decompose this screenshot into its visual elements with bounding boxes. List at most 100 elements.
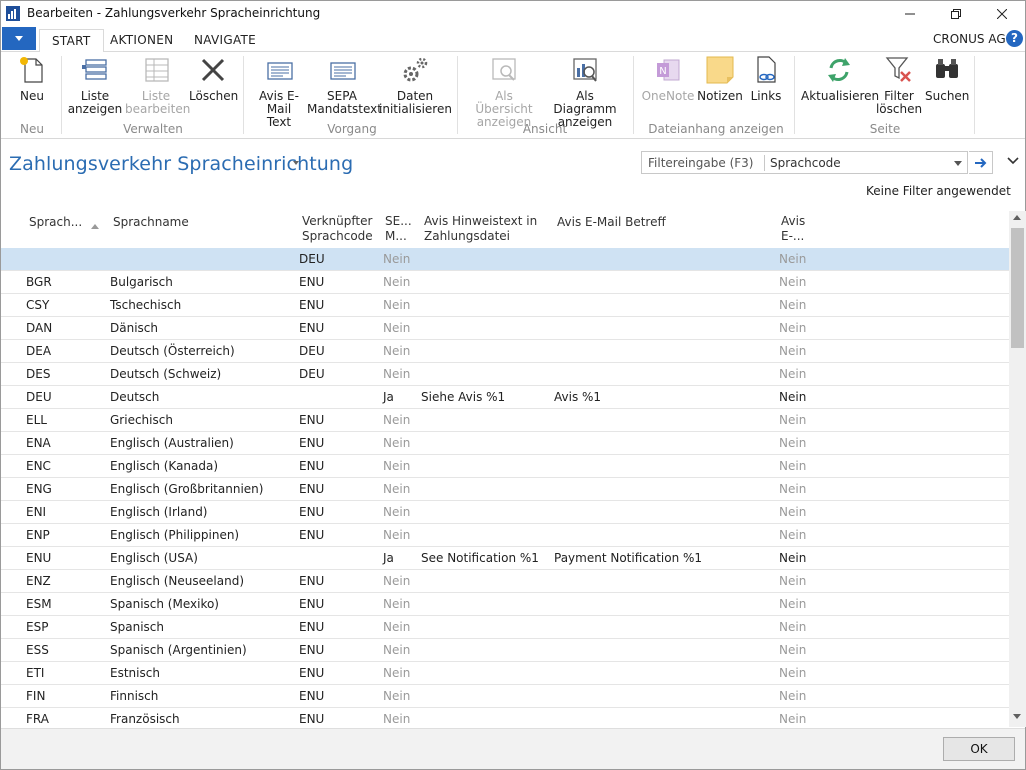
table-row[interactable]: ENP Englisch (Philippinen) ENU Nein Nein: [1, 524, 1009, 547]
cell-sprachcode[interactable]: ENI: [26, 505, 46, 519]
cell-verknuepfter-sprachcode[interactable]: ENU: [299, 643, 324, 657]
cell-sprachcode[interactable]: ENP: [26, 528, 50, 542]
tab-start[interactable]: START: [39, 29, 104, 53]
column-header-verknuepfter-sprachcode[interactable]: Verknüpfter Sprachcode: [302, 214, 373, 244]
cell-verknuepfter-sprachcode[interactable]: ENU: [299, 275, 324, 289]
cell-verknuepfter-sprachcode[interactable]: DEU: [299, 344, 325, 358]
cell-sepa[interactable]: Nein: [383, 620, 410, 634]
cell-sepa[interactable]: Nein: [383, 436, 410, 450]
column-header-avis-email-betreff[interactable]: Avis E-Mail Betreff: [557, 215, 666, 230]
chevron-down-icon[interactable]: [1007, 157, 1019, 165]
ok-button[interactable]: OK: [943, 737, 1015, 761]
clear-filter-button[interactable]: Filter löschen: [875, 54, 923, 116]
column-header-sprachcode[interactable]: Sprach...: [29, 215, 82, 230]
page-title[interactable]: Zahlungsverkehr Spracheinrichtung: [9, 153, 353, 175]
cell-sprachname[interactable]: Bulgarisch: [110, 275, 173, 289]
cell-avis-email-betreff[interactable]: Avis %1: [554, 390, 601, 404]
cell-verknuepfter-sprachcode[interactable]: ENU: [299, 597, 324, 611]
cell-sprachname[interactable]: Englisch (USA): [110, 551, 198, 565]
column-header-sepa[interactable]: SE... M...: [385, 214, 412, 244]
table-row[interactable]: ENC Englisch (Kanada) ENU Nein Nein: [1, 455, 1009, 478]
table-row[interactable]: ESS Spanisch (Argentinien) ENU Nein Nein: [1, 639, 1009, 662]
cell-verknuepfter-sprachcode[interactable]: ENU: [299, 459, 324, 473]
cell-avis-email[interactable]: Nein: [779, 620, 806, 634]
cell-verknuepfter-sprachcode[interactable]: ENU: [299, 321, 324, 335]
table-row[interactable]: DES Deutsch (Schweiz) DEU Nein Nein: [1, 363, 1009, 386]
table-row[interactable]: ENZ Englisch (Neuseeland) ENU Nein Nein: [1, 570, 1009, 593]
chevron-down-icon[interactable]: [293, 161, 299, 165]
show-as-chart-button[interactable]: Als Diagramm anzeigen: [545, 54, 625, 129]
tab-aktionen[interactable]: AKTIONEN: [98, 29, 185, 53]
cell-sprachcode[interactable]: DEA: [26, 344, 51, 358]
initialize-data-button[interactable]: Daten initialisieren: [379, 54, 452, 116]
delete-button[interactable]: Löschen: [189, 54, 238, 103]
refresh-button[interactable]: Aktualisieren: [801, 54, 879, 103]
cell-verknuepfter-sprachcode[interactable]: ENU: [299, 689, 324, 703]
cell-sprachname[interactable]: Deutsch (Schweiz): [110, 367, 221, 381]
filter-input[interactable]: Filtereingabe (F3): [648, 156, 753, 170]
new-button[interactable]: Neu: [13, 54, 51, 103]
cell-avis-email[interactable]: Nein: [779, 597, 806, 611]
cell-sprachcode[interactable]: ENZ: [26, 574, 51, 588]
cell-sepa[interactable]: Nein: [383, 505, 410, 519]
cell-sprachname[interactable]: Spanisch: [110, 620, 164, 634]
cell-sprachcode[interactable]: ESS: [26, 643, 49, 657]
column-header-avis-email[interactable]: Avis E-...: [781, 214, 805, 244]
cell-verknuepfter-sprachcode[interactable]: DEU: [299, 252, 325, 266]
vertical-scrollbar[interactable]: [1009, 211, 1026, 727]
table-row[interactable]: CSY Tschechisch ENU Nein Nein: [1, 294, 1009, 317]
cell-sepa[interactable]: Ja: [383, 390, 394, 404]
cell-verknuepfter-sprachcode[interactable]: DEU: [299, 367, 325, 381]
cell-sprachcode[interactable]: ESM: [26, 597, 52, 611]
dropdown-arrow-icon[interactable]: [954, 161, 962, 166]
search-button[interactable]: Suchen: [925, 54, 969, 103]
cell-sprachname[interactable]: Estnisch: [110, 666, 160, 680]
close-button[interactable]: [979, 1, 1025, 27]
cell-verknuepfter-sprachcode[interactable]: ENU: [299, 528, 324, 542]
cell-sprachname[interactable]: Spanisch (Mexiko): [110, 597, 219, 611]
column-header-sprachname[interactable]: Sprachname: [113, 215, 189, 230]
cell-avis-email[interactable]: Nein: [779, 413, 806, 427]
cell-sprachcode[interactable]: FIN: [26, 689, 45, 703]
cell-sprachname[interactable]: Englisch (Kanada): [110, 459, 218, 473]
cell-sprachname[interactable]: Deutsch: [110, 390, 159, 404]
cell-verknuepfter-sprachcode[interactable]: ENU: [299, 482, 324, 496]
cell-verknuepfter-sprachcode[interactable]: ENU: [299, 436, 324, 450]
cell-sprachcode[interactable]: CSY: [26, 298, 49, 312]
cell-avis-email[interactable]: Nein: [779, 689, 806, 703]
cell-verknuepfter-sprachcode[interactable]: ENU: [299, 620, 324, 634]
table-row[interactable]: FRA Französisch ENU Nein Nein: [1, 708, 1009, 728]
cell-sprachcode[interactable]: ENC: [26, 459, 51, 473]
show-as-overview-button[interactable]: Als Übersicht anzeigen: [465, 54, 543, 129]
table-row[interactable]: ENG Englisch (Großbritannien) ENU Nein Nein: [1, 478, 1009, 501]
cell-sepa[interactable]: Nein: [383, 528, 410, 542]
cell-sepa[interactable]: Nein: [383, 298, 410, 312]
filter-field-select[interactable]: Sprachcode: [770, 156, 841, 170]
table-row[interactable]: DEU Deutsch Ja Siehe Avis %1 Avis %1 Nein: [1, 386, 1009, 409]
edit-list-button[interactable]: Liste bearbeiten: [125, 54, 190, 116]
application-menu-button[interactable]: [2, 27, 36, 50]
cell-verknuepfter-sprachcode[interactable]: ENU: [299, 712, 324, 726]
cell-sprachname[interactable]: Tschechisch: [110, 298, 181, 312]
scrollbar-thumb[interactable]: [1011, 228, 1024, 348]
cell-sprachname[interactable]: Spanisch (Argentinien): [110, 643, 247, 657]
table-row[interactable]: ELL Griechisch ENU Nein Nein: [1, 409, 1009, 432]
cell-sepa[interactable]: Nein: [383, 643, 410, 657]
cell-avis-email[interactable]: Nein: [779, 528, 806, 542]
cell-sepa[interactable]: Nein: [383, 344, 410, 358]
cell-sprachname[interactable]: Dänisch: [110, 321, 158, 335]
restore-button[interactable]: [933, 1, 979, 27]
cell-sprachname[interactable]: Englisch (Philippinen): [110, 528, 239, 542]
cell-sprachcode[interactable]: ELL: [26, 413, 47, 427]
cell-sepa[interactable]: Nein: [383, 689, 410, 703]
cell-sepa[interactable]: Nein: [383, 275, 410, 289]
cell-sepa[interactable]: Nein: [383, 666, 410, 680]
table-row[interactable]: DEU Nein Nein: [1, 248, 1009, 271]
table-row[interactable]: ETI Estnisch ENU Nein Nein: [1, 662, 1009, 685]
cell-verknuepfter-sprachcode[interactable]: ENU: [299, 298, 324, 312]
cell-verknuepfter-sprachcode[interactable]: ENU: [299, 413, 324, 427]
cell-sprachcode[interactable]: ESP: [26, 620, 48, 634]
cell-sprachname[interactable]: Englisch (Großbritannien): [110, 482, 263, 496]
cell-sprachname[interactable]: Englisch (Australien): [110, 436, 234, 450]
scroll-up-icon[interactable]: [1013, 215, 1021, 220]
